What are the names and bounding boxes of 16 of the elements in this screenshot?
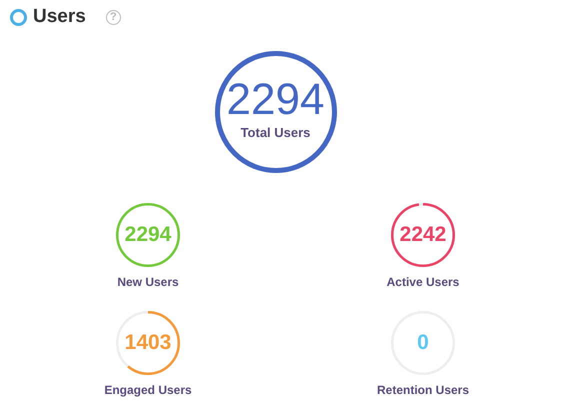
- metric-value: 2294: [124, 223, 172, 247]
- ring-icon: [10, 8, 27, 26]
- progress-ring: [116, 311, 180, 375]
- progress-ring: [391, 203, 455, 267]
- metric-label: Active Users: [386, 275, 460, 289]
- metric-value: 2242: [400, 223, 446, 247]
- progress-ring: [116, 203, 180, 267]
- metric-label: Total Users: [240, 125, 310, 140]
- metric-label: Retention Users: [376, 383, 470, 397]
- metric-label: New Users: [117, 275, 179, 289]
- metric-label: Engaged Users: [104, 383, 192, 397]
- metric-value: 2294: [226, 75, 324, 125]
- section-title: Users: [33, 6, 86, 28]
- help-icon[interactable]: ?: [106, 10, 121, 24]
- metric-value: 1403: [124, 331, 172, 355]
- metric-value: 0: [417, 331, 429, 355]
